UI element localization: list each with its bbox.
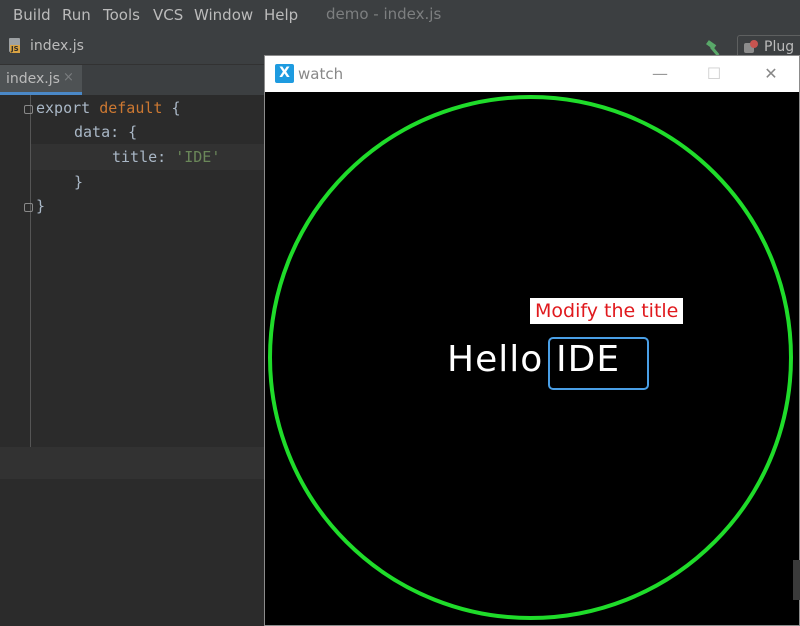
plugin-label: Plug bbox=[764, 39, 795, 55]
close-icon[interactable]: ✕ bbox=[756, 62, 786, 86]
annotation-callout: Modify the title bbox=[530, 298, 684, 324]
tab-label: index.js bbox=[6, 71, 60, 87]
tab-index-js[interactable]: index.js × bbox=[0, 65, 82, 95]
code-line-2: data: { bbox=[74, 123, 138, 141]
code-editor[interactable]: export default { data: { title: 'IDE' } … bbox=[0, 95, 265, 626]
menu-vcs[interactable]: VCS bbox=[153, 6, 183, 24]
menu-build[interactable]: Build bbox=[13, 6, 51, 24]
watch-window-title: watch bbox=[298, 65, 344, 83]
editor-lower-area bbox=[0, 479, 265, 626]
code-line-1: export default { bbox=[36, 99, 181, 117]
menu-run[interactable]: Run bbox=[62, 6, 91, 24]
code-line-4: } bbox=[74, 173, 84, 191]
fold-close-icon[interactable] bbox=[24, 203, 33, 212]
menu-tools[interactable]: Tools bbox=[103, 6, 140, 24]
breadcrumb[interactable]: JS index.js bbox=[8, 38, 84, 54]
hello-text: Hello bbox=[447, 339, 544, 380]
window-title: demo - index.js bbox=[326, 5, 442, 23]
gutter-divider bbox=[30, 95, 31, 447]
title-value-text: IDE bbox=[556, 339, 621, 380]
code-line-3: title: 'IDE' bbox=[112, 148, 221, 166]
minimize-icon[interactable]: — bbox=[645, 62, 675, 86]
background-window-edge bbox=[793, 560, 800, 600]
menu-bar: Build Run Tools VCS Window Help demo - i… bbox=[0, 0, 800, 30]
menu-window[interactable]: Window bbox=[194, 6, 253, 24]
watch-window: X watch — ☐ ✕ Hello IDE Modify the title bbox=[264, 55, 800, 626]
menu-help[interactable]: Help bbox=[264, 6, 298, 24]
fold-open-icon[interactable] bbox=[24, 105, 33, 114]
watch-screen: Hello IDE Modify the title bbox=[265, 92, 799, 625]
editor-band bbox=[0, 447, 265, 479]
plugin-icon bbox=[744, 40, 758, 54]
js-file-icon: JS bbox=[8, 38, 24, 54]
code-line-5: } bbox=[36, 197, 46, 215]
watch-app-logo-icon: X bbox=[275, 64, 294, 83]
editor-tab-bar: index.js × bbox=[0, 65, 265, 95]
breadcrumb-file[interactable]: index.js bbox=[30, 38, 84, 54]
tab-close-icon[interactable]: × bbox=[63, 70, 74, 85]
watch-title-bar[interactable]: X watch — ☐ ✕ bbox=[265, 56, 799, 92]
maximize-icon[interactable]: ☐ bbox=[699, 62, 729, 86]
